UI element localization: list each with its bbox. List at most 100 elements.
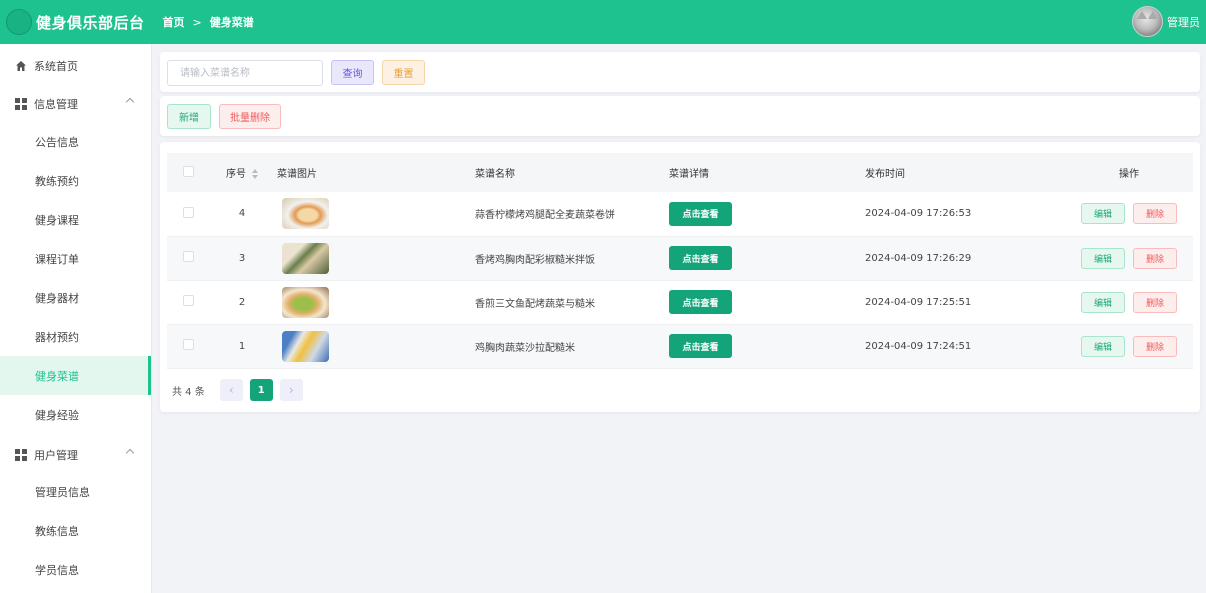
table-row: 4 蒜香柠檬烤鸡腿配全麦蔬菜卷饼 点击查看 2024-04-09 17:26:5… xyxy=(167,192,1193,237)
sidebar-item-label: 教练信息 xyxy=(35,524,79,538)
view-detail-button[interactable]: 点击查看 xyxy=(669,290,732,314)
row-checkbox[interactable] xyxy=(183,251,194,262)
top-header: 健身俱乐部后台 首页 > 健身菜谱 管理员 xyxy=(0,0,1206,44)
user-name[interactable]: 管理员 xyxy=(1167,14,1200,30)
publish-time: 2024-04-09 17:26:29 xyxy=(865,236,1065,281)
row-checkbox[interactable] xyxy=(183,295,194,306)
sidebar-item-course[interactable]: 健身课程 xyxy=(0,200,151,239)
page-number-current[interactable]: 1 xyxy=(249,379,273,401)
select-all-checkbox[interactable] xyxy=(183,165,194,177)
sidebar-item-coach[interactable]: 教练信息 xyxy=(0,511,151,550)
sidebar-group-label: 用户管理 xyxy=(34,448,78,462)
table-row: 1 鸡胸肉蔬菜沙拉配糙米 点击查看 2024-04-09 17:24:51 编辑… xyxy=(167,324,1193,369)
publish-time: 2024-04-09 17:24:51 xyxy=(865,324,1065,369)
sidebar-item-equipment[interactable]: 健身器材 xyxy=(0,278,151,317)
sidebar-item-label: 学员信息 xyxy=(35,563,79,577)
column-header: 序号 xyxy=(226,169,246,180)
sort-icon[interactable] xyxy=(252,169,258,179)
row-checkbox[interactable] xyxy=(183,206,194,218)
table-row: 2 香煎三文鱼配烤蔬菜与糙米 点击查看 2024-04-09 17:25:51 … xyxy=(167,280,1193,325)
column-header: 菜谱名称 xyxy=(475,153,669,192)
prev-page-button[interactable]: ‹ xyxy=(219,379,243,401)
batch-delete-button[interactable]: 批量删除 xyxy=(219,104,281,129)
brand-title: 健身俱乐部后台 xyxy=(36,13,145,32)
sidebar-group-user[interactable]: 用户管理 xyxy=(0,435,151,474)
recipe-table: 序号 菜谱图片 菜谱名称 菜谱详情 发布时间 操作 4 蒜香柠檬烤鸡腿配全麦蔬菜… xyxy=(167,153,1193,369)
view-detail-button[interactable]: 点击查看 xyxy=(669,334,732,358)
sidebar-item-label: 健身菜谱 xyxy=(35,369,79,383)
home-icon xyxy=(16,60,26,71)
view-detail-button[interactable]: 点击查看 xyxy=(669,201,732,226)
publish-time: 2024-04-09 17:26:53 xyxy=(865,192,1065,237)
header-select-all[interactable] xyxy=(167,153,207,192)
recipe-image[interactable] xyxy=(282,198,329,230)
sidebar-item-label: 健身器材 xyxy=(35,291,79,305)
recipe-image[interactable] xyxy=(282,242,329,274)
delete-button[interactable]: 删除 xyxy=(1133,247,1177,269)
search-input[interactable] xyxy=(167,60,323,86)
sidebar-item-student[interactable]: 学员信息 xyxy=(0,550,151,589)
reset-button[interactable]: 重置 xyxy=(382,60,425,85)
row-index: 3 xyxy=(207,236,277,281)
sidebar-item-label: 器材预约 xyxy=(35,330,79,344)
sidebar: 系统首页 信息管理 公告信息 教练预约 健身课程 课程订单 健身器材 器材预约 … xyxy=(0,44,152,593)
row-checkbox[interactable] xyxy=(183,339,194,350)
sidebar-item-label: 健身课程 xyxy=(35,213,79,227)
recipe-image[interactable] xyxy=(282,286,329,318)
header-index[interactable]: 序号 xyxy=(207,153,277,192)
sidebar-item-label: 健身经验 xyxy=(35,408,79,422)
column-header: 发布时间 xyxy=(865,153,1065,192)
edit-button[interactable]: 编辑 xyxy=(1081,203,1125,225)
row-index: 2 xyxy=(207,280,277,325)
delete-button[interactable]: 删除 xyxy=(1133,291,1177,313)
avatar[interactable] xyxy=(1132,6,1163,37)
sidebar-item-label: 公告信息 xyxy=(35,135,79,149)
breadcrumb-separator: > xyxy=(192,15,202,29)
grid-icon xyxy=(15,97,27,110)
sidebar-item-coach-booking[interactable]: 教练预约 xyxy=(0,161,151,200)
edit-button[interactable]: 编辑 xyxy=(1081,247,1125,269)
delete-button[interactable]: 删除 xyxy=(1133,335,1177,357)
sidebar-item-announcement[interactable]: 公告信息 xyxy=(0,122,151,161)
row-index: 1 xyxy=(207,324,277,369)
table-header-row: 序号 菜谱图片 菜谱名称 菜谱详情 发布时间 操作 xyxy=(167,153,1193,192)
total-count: 共 4 条 xyxy=(172,386,205,398)
chevron-up-icon xyxy=(125,97,135,107)
column-header: 菜谱图片 xyxy=(277,153,475,192)
sidebar-item-admin[interactable]: 管理员信息 xyxy=(0,472,151,511)
table-panel: 序号 菜谱图片 菜谱名称 菜谱详情 发布时间 操作 4 蒜香柠檬烤鸡腿配全麦蔬菜… xyxy=(160,142,1200,412)
row-index: 4 xyxy=(207,192,277,237)
logo xyxy=(6,9,32,35)
recipe-name: 鸡胸肉蔬菜沙拉配糙米 xyxy=(475,324,669,369)
sidebar-item-equipment-booking[interactable]: 器材预约 xyxy=(0,317,151,356)
user-menu[interactable]: 管理员 xyxy=(1132,6,1200,37)
publish-time: 2024-04-09 17:25:51 xyxy=(865,280,1065,325)
column-header: 菜谱详情 xyxy=(669,153,865,192)
recipe-name: 香煎三文鱼配烤蔬菜与糙米 xyxy=(475,280,669,325)
sidebar-item-recipe[interactable]: 健身菜谱 xyxy=(0,356,151,395)
breadcrumb-current: 健身菜谱 xyxy=(209,16,254,29)
sidebar-item-experience[interactable]: 健身经验 xyxy=(0,395,151,434)
sidebar-item-label: 课程订单 xyxy=(35,252,79,266)
next-page-button[interactable]: › xyxy=(279,379,303,401)
query-button[interactable]: 查询 xyxy=(331,60,374,85)
edit-button[interactable]: 编辑 xyxy=(1081,335,1125,357)
recipe-name: 蒜香柠檬烤鸡腿配全麦蔬菜卷饼 xyxy=(475,192,669,237)
view-detail-button[interactable]: 点击查看 xyxy=(669,246,732,270)
sidebar-item-course-order[interactable]: 课程订单 xyxy=(0,239,151,278)
breadcrumb-home[interactable]: 首页 xyxy=(163,14,185,30)
add-button[interactable]: 新增 xyxy=(167,104,211,129)
grid-icon xyxy=(15,448,27,461)
sidebar-item-label: 系统首页 xyxy=(34,59,78,73)
recipe-image[interactable] xyxy=(282,330,329,362)
search-panel: 查询 重置 xyxy=(160,52,1200,92)
toolbar-panel: 新增 批量删除 xyxy=(160,96,1200,136)
sidebar-group-info[interactable]: 信息管理 xyxy=(0,84,151,123)
sidebar-group-label: 信息管理 xyxy=(34,97,78,111)
sidebar-item-home[interactable]: 系统首页 xyxy=(0,46,151,85)
column-header: 操作 xyxy=(1065,153,1193,192)
delete-button[interactable]: 删除 xyxy=(1133,203,1177,225)
table-row: 3 香烤鸡胸肉配彩椒糙米拌饭 点击查看 2024-04-09 17:26:29 … xyxy=(167,236,1193,281)
chevron-up-icon xyxy=(125,448,135,458)
edit-button[interactable]: 编辑 xyxy=(1081,291,1125,313)
